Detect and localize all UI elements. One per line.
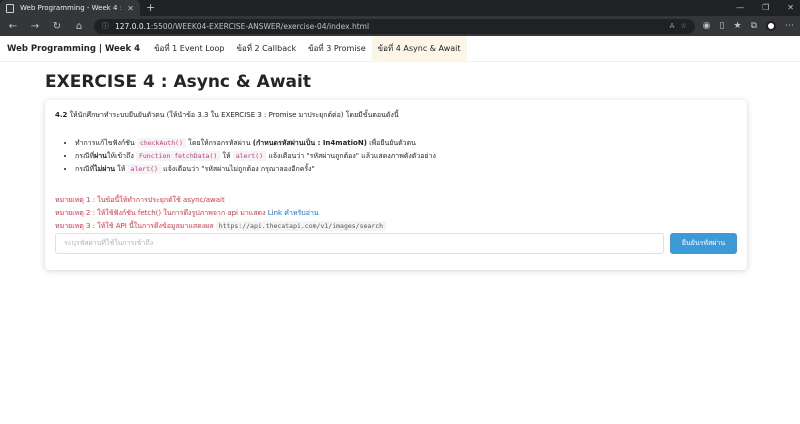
tab-strip: Web Programming - Week 4 : Ex ✕ + — ❐ ✕ bbox=[0, 0, 800, 16]
forward-icon[interactable]: → bbox=[28, 21, 42, 32]
notes: หมายเหตุ 1 : ในข้อนี้ให้ทำการประยุกต์ใช้… bbox=[55, 194, 737, 233]
page-icon bbox=[6, 3, 14, 13]
browser-tab[interactable]: Web Programming - Week 4 : Ex ✕ bbox=[0, 0, 140, 16]
note-1: หมายเหตุ 1 : ในข้อนี้ให้ทำการประยุกต์ใช้… bbox=[55, 196, 225, 204]
main-container: EXERCISE 4 : Async & Await 4.2 ให้นักศึก… bbox=[45, 72, 747, 270]
note-3: หมายเหตุ 3 : ให้ใช้ API นี้ในการดึงข้อมู… bbox=[55, 220, 737, 233]
extension-icon[interactable]: ◉ bbox=[703, 21, 711, 31]
close-window-icon[interactable]: ✕ bbox=[787, 0, 794, 16]
page-title: EXERCISE 4 : Async & Await bbox=[45, 72, 311, 92]
list-item: กรณีที่ไม่ผ่าน ให้ alert() แจ้งเตือนว่า … bbox=[75, 163, 737, 176]
toolbar-icons: ◉ ▯ ★ ⧉ ⋯ bbox=[703, 21, 794, 31]
exercise-card: 4.2 ให้นักศึกษาทำระบบยืนยันตัวตน (ให้นำข… bbox=[45, 100, 747, 270]
intro-text: 4.2 ให้นักศึกษาทำระบบยืนยันตัวตน (ให้นำข… bbox=[55, 111, 399, 119]
close-tab-icon[interactable]: ✕ bbox=[127, 4, 134, 13]
instruction-list: ทำการแก้ไขฟังก์ชัน checkAuth() โดยให้กรอ… bbox=[55, 137, 737, 176]
maximize-icon[interactable]: ❐ bbox=[762, 0, 769, 16]
back-icon[interactable]: ← bbox=[6, 21, 20, 32]
info-icon[interactable]: ⓘ bbox=[102, 21, 109, 31]
address-bar[interactable]: ⓘ 127.0.0.1:5500/WEEK04-EXERCISE-ANSWER/… bbox=[94, 18, 695, 34]
tab-title: Web Programming - Week 4 : Ex bbox=[20, 4, 121, 12]
menu-icon[interactable]: ⋯ bbox=[785, 21, 794, 31]
split-screen-icon[interactable]: ▯ bbox=[720, 21, 725, 31]
collections-icon[interactable]: ⧉ bbox=[751, 21, 757, 31]
nav-link-promise[interactable]: ข้อที่ 3 Promise bbox=[302, 36, 372, 62]
url-text: 127.0.0.1:5500/WEEK04-EXERCISE-ANSWER/ex… bbox=[115, 21, 370, 31]
navbar-brand[interactable]: Web Programming | Week 4 bbox=[7, 44, 140, 54]
favorites-icon[interactable]: ★ bbox=[733, 21, 741, 31]
password-input[interactable]: ระบุรหัสผ่านที่ใช้ในการเข้าถึง bbox=[55, 233, 664, 254]
confirm-password-button[interactable]: ยืนยันรหัสผ่าน bbox=[670, 233, 737, 254]
window-controls: — ❐ ✕ bbox=[736, 0, 794, 16]
reload-icon[interactable]: ↻ bbox=[50, 21, 64, 32]
profile-avatar[interactable] bbox=[766, 21, 776, 31]
home-icon[interactable]: ⌂ bbox=[72, 21, 86, 32]
api-url: https://api.thecatapi.com/v1/images/sear… bbox=[215, 221, 387, 231]
new-tab-icon[interactable]: + bbox=[146, 0, 155, 16]
note-2: หมายเหตุ 2 : ให้ใช้ฟังก์ชัน fetch() ในกา… bbox=[55, 209, 319, 217]
browser-toolbar: ← → ↻ ⌂ ⓘ 127.0.0.1:5500/WEEK04-EXERCISE… bbox=[0, 16, 800, 36]
nav-link-callback[interactable]: ข้อที่ 2 Callback bbox=[230, 36, 302, 62]
page-navbar: Web Programming | Week 4 ข้อที่ 1 Event … bbox=[0, 35, 800, 62]
favorite-icon[interactable]: ☆ bbox=[680, 22, 686, 30]
nav-link-async-await[interactable]: ข้อที่ 4 Async & Await bbox=[371, 35, 467, 62]
read-aloud-icon[interactable]: A bbox=[670, 22, 675, 30]
list-item: ทำการแก้ไขฟังก์ชัน checkAuth() โดยให้กรอ… bbox=[75, 137, 737, 150]
reading-link[interactable]: Link คำหรับอ่าน bbox=[268, 209, 319, 217]
list-item: กรณีที่ผ่านให้เข้าถึง Function fetchData… bbox=[75, 150, 737, 163]
nav-link-event-loop[interactable]: ข้อที่ 1 Event Loop bbox=[148, 36, 230, 62]
password-form: ระบุรหัสผ่านที่ใช้ในการเข้าถึง ยืนยันรหั… bbox=[55, 233, 737, 254]
minimize-icon[interactable]: — bbox=[736, 0, 744, 16]
